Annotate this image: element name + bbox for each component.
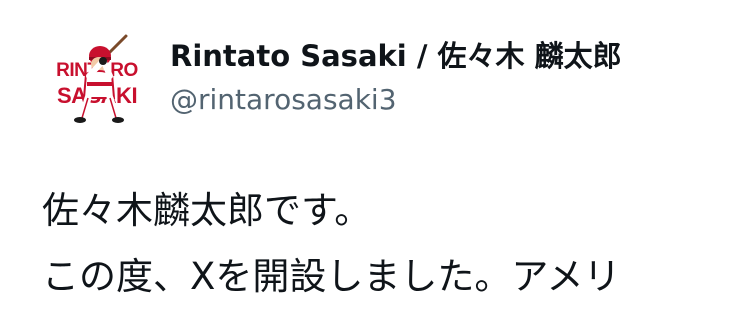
tweet-text-line: この度、Xを開設しました。アメリ [42, 255, 621, 298]
tweet-author: Rintato Sasaki / 佐々木 麟太郎 @rintarosasaki3 [170, 36, 730, 119]
tweet-text: 佐々木麟太郎です。 この度、Xを開設しました。アメリ [42, 178, 740, 310]
author-display-name[interactable]: Rintato Sasaki / 佐々木 麟太郎 [170, 36, 730, 76]
tweet-text-line: 佐々木麟太郎です。 [42, 189, 372, 232]
tweet-card: RINTARO SASAKI Rintato Sasaki / [0, 0, 740, 313]
player-illustration-icon: RINTARO SASAKI [42, 26, 152, 136]
author-handle[interactable]: @rintarosasaki3 [170, 81, 730, 119]
avatar[interactable]: RINTARO SASAKI [42, 26, 152, 136]
